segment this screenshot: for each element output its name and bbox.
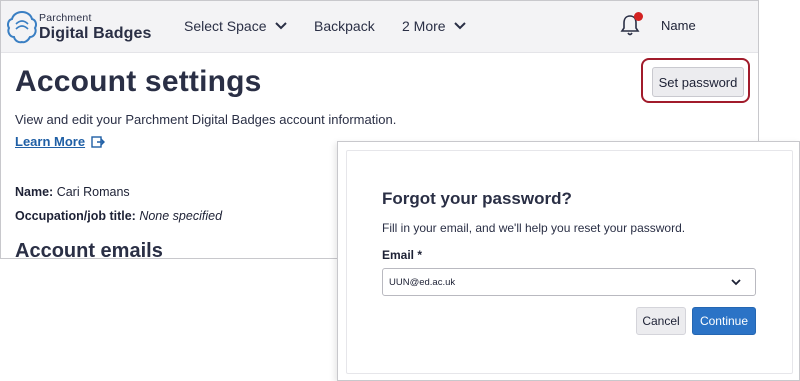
occupation-label: Occupation/job title:: [15, 209, 136, 223]
account-emails-heading: Account emails: [15, 240, 163, 259]
occupation-value: None specified: [139, 209, 223, 223]
email-label: Email *: [382, 248, 423, 262]
external-link-icon: [91, 135, 106, 148]
name-value: Cari Romans: [56, 185, 130, 199]
learn-more-label: Learn More: [15, 134, 86, 149]
cancel-button[interactable]: Cancel: [636, 307, 686, 335]
name-field: Name: Cari Romans: [15, 185, 130, 199]
nav-more[interactable]: 2 More: [402, 18, 466, 34]
logo-company-text: Parchment: [39, 12, 92, 24]
page-description: View and edit your Parchment Digital Bad…: [15, 112, 397, 127]
chevron-down-icon: [274, 22, 287, 30]
chevron-down-icon: [453, 22, 466, 30]
badge-logo-icon: [7, 10, 37, 44]
notification-badge: [634, 12, 643, 21]
set-password-button[interactable]: Set password: [652, 67, 744, 97]
forgot-password-window: Forgot your password? Fill in your email…: [337, 141, 800, 381]
occupation-field: Occupation/job title: None specified: [15, 209, 222, 223]
nav-backpack-label: Backpack: [314, 18, 375, 34]
page-title: Account settings: [15, 65, 262, 98]
logo-product-text: Digital Badges: [39, 25, 152, 42]
nav-select-space-label: Select Space: [184, 18, 267, 34]
chevron-down-icon: [731, 279, 741, 286]
parchment-logo[interactable]: Parchment Digital Badges: [7, 10, 151, 44]
dialog-description: Fill in your email, and we'll help you r…: [382, 221, 686, 235]
email-selected-value: UUN@ed.ac.uk: [389, 277, 456, 288]
top-navigation-bar: Parchment Digital Badges Select Space Ba…: [1, 1, 758, 53]
learn-more-link[interactable]: Learn More: [15, 134, 106, 149]
nav-select-space[interactable]: Select Space: [184, 18, 287, 34]
user-menu[interactable]: Name: [661, 18, 696, 33]
nav-more-label: 2 More: [402, 18, 446, 34]
forgot-password-dialog: [346, 150, 793, 374]
dialog-title: Forgot your password?: [382, 189, 572, 208]
continue-button[interactable]: Continue: [692, 307, 756, 335]
name-label: Name:: [15, 185, 54, 199]
email-select[interactable]: UUN@ed.ac.uk: [382, 268, 756, 296]
nav-backpack[interactable]: Backpack: [314, 18, 375, 34]
